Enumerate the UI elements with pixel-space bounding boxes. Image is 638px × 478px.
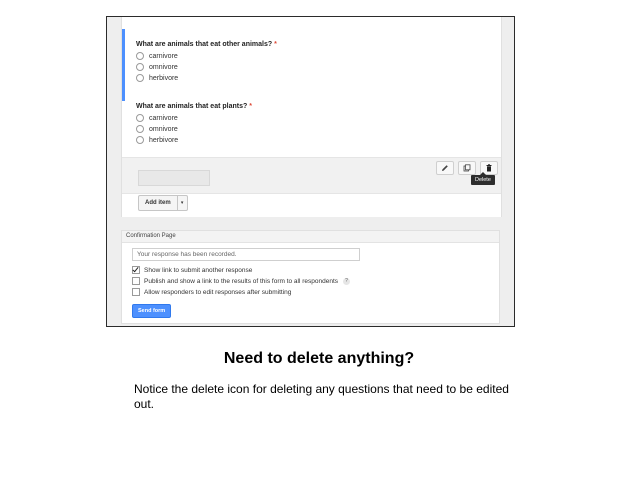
option-label: carnivore — [149, 114, 178, 122]
question-2-option-2[interactable]: omnivore — [136, 125, 178, 133]
trash-icon — [486, 164, 492, 172]
delete-tooltip: Delete — [471, 172, 495, 185]
add-item-label: Add item — [139, 196, 178, 210]
question-1-option-2[interactable]: omnivore — [136, 63, 178, 71]
question-1-title: What are animals that eat other animals?… — [136, 41, 277, 48]
checkbox-checked[interactable] — [132, 266, 140, 274]
active-question-indicator — [122, 29, 125, 101]
slide-caption: Notice the delete icon for deleting any … — [134, 382, 509, 411]
question-2-text: What are animals that eat plants? — [136, 103, 248, 110]
radio-button[interactable] — [136, 114, 144, 122]
option-label: carnivore — [149, 52, 178, 60]
questions-card: What are animals that eat other animals?… — [121, 17, 502, 217]
item-placeholder-field[interactable] — [138, 170, 210, 186]
edit-button[interactable] — [436, 161, 454, 175]
confirmation-header: Confirmation Page — [122, 231, 499, 243]
chevron-down-icon[interactable]: ▾ — [178, 196, 187, 210]
option-label: Allow responders to edit responses after… — [144, 288, 292, 296]
confirmation-message-field[interactable]: Your response has been recorded. — [132, 248, 360, 261]
item-toolbar — [122, 157, 501, 194]
question-1-option-3[interactable]: herbivore — [136, 74, 178, 82]
radio-button[interactable] — [136, 136, 144, 144]
radio-button[interactable] — [136, 63, 144, 71]
question-1-option-1[interactable]: carnivore — [136, 52, 178, 60]
option-label: omnivore — [149, 63, 178, 71]
help-icon[interactable]: ? — [343, 277, 351, 285]
radio-button[interactable] — [136, 125, 144, 133]
screenshot-frame: What are animals that eat other animals?… — [106, 16, 515, 327]
confirmation-title: Confirmation Page — [126, 233, 176, 239]
question-2-title: What are animals that eat plants? * — [136, 103, 252, 110]
pencil-icon — [442, 165, 448, 171]
allow-edit-option[interactable]: Allow responders to edit responses after… — [132, 288, 291, 296]
send-form-button[interactable]: Send form — [132, 304, 172, 318]
checkbox[interactable] — [132, 288, 140, 296]
publish-results-option[interactable]: Publish and show a link to the results o… — [132, 277, 351, 285]
duplicate-button[interactable] — [458, 161, 476, 175]
required-mark: * — [249, 103, 252, 110]
option-label: Publish and show a link to the results o… — [144, 277, 339, 285]
option-label: herbivore — [149, 74, 179, 82]
slide-heading: Need to delete anything? — [223, 350, 415, 367]
option-label: Show link to submit another response — [144, 266, 253, 274]
duplicate-icon — [463, 164, 471, 172]
option-label: omnivore — [149, 125, 178, 133]
add-item-button[interactable]: Add item ▾ — [138, 195, 188, 211]
confirmation-card: Confirmation Page Your response has been… — [121, 230, 500, 324]
radio-button[interactable] — [136, 74, 144, 82]
checkbox[interactable] — [132, 277, 140, 285]
question-2-option-3[interactable]: herbivore — [136, 136, 178, 144]
show-link-option[interactable]: Show link to submit another response — [132, 266, 252, 274]
question-1-text: What are animals that eat other animals? — [136, 41, 273, 48]
radio-button[interactable] — [136, 52, 144, 60]
required-mark: * — [274, 41, 277, 48]
option-label: herbivore — [149, 136, 179, 144]
question-2-option-1[interactable]: carnivore — [136, 114, 178, 122]
